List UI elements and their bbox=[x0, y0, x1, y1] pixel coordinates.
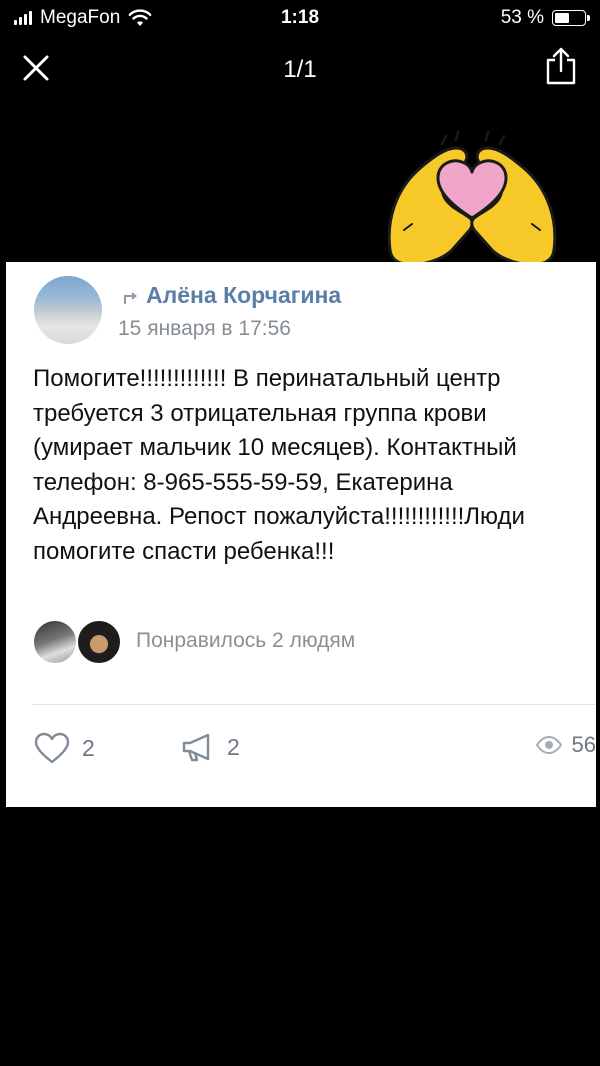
liker-avatar[interactable] bbox=[32, 619, 78, 665]
share-icon[interactable] bbox=[544, 46, 578, 86]
views-count: 56 bbox=[571, 732, 596, 757]
battery-percent: 53 % bbox=[500, 7, 544, 28]
like-button[interactable]: 2 bbox=[34, 732, 95, 764]
share-count: 2 bbox=[227, 733, 240, 760]
share-button[interactable]: 2 bbox=[181, 732, 240, 762]
status-right: 53 % bbox=[500, 7, 590, 29]
divider bbox=[32, 704, 596, 705]
likers-avatars[interactable] bbox=[32, 619, 132, 667]
liker-avatar[interactable] bbox=[76, 619, 122, 665]
post-text: Помогите!!!!!!!!!!!!! В перинатальный це… bbox=[33, 365, 525, 565]
likes-summary[interactable]: Понравилось 2 людям bbox=[136, 629, 355, 653]
author-name[interactable]: Алёна Корчагина bbox=[146, 282, 341, 309]
viewer-header: 1/1 bbox=[0, 44, 600, 94]
views-counter: 56 bbox=[535, 732, 596, 758]
like-count: 2 bbox=[82, 734, 95, 761]
author-avatar[interactable] bbox=[34, 276, 102, 344]
post-actions: 2 2 56 bbox=[6, 732, 596, 772]
battery-fill bbox=[555, 13, 569, 23]
photo-counter: 1/1 bbox=[283, 56, 317, 83]
heart-icon bbox=[34, 732, 70, 764]
megaphone-icon bbox=[182, 733, 210, 762]
repost-icon bbox=[124, 292, 137, 304]
post-date: 15 января в 17:56 bbox=[118, 317, 291, 340]
battery-icon bbox=[552, 10, 590, 26]
heart-hands-sticker bbox=[387, 130, 557, 266]
post-card: Алёна Корчагина 15 января в 17:56 Помоги… bbox=[6, 262, 596, 807]
status-bar: MegaFon 1:18 53 % bbox=[0, 0, 600, 36]
eye-icon bbox=[535, 736, 562, 754]
